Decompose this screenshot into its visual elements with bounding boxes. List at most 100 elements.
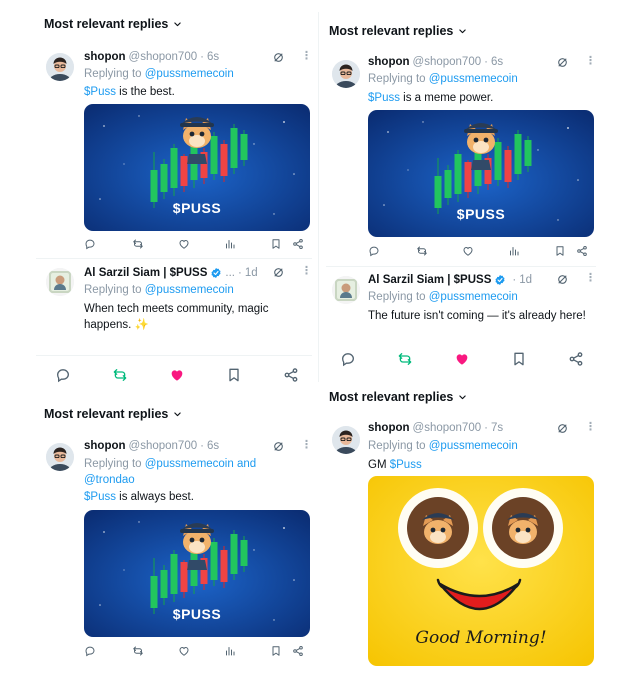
- reply-icon[interactable]: [55, 367, 71, 383]
- more-icon[interactable]: ⋮: [301, 51, 312, 62]
- repost-icon[interactable]: [112, 367, 128, 383]
- sort-menu-most-relevant[interactable]: Most relevant replies: [329, 390, 467, 404]
- username[interactable]: @shopon700: [413, 422, 482, 434]
- display-name[interactable]: shopon: [368, 422, 410, 434]
- avatar[interactable]: [46, 53, 74, 81]
- cashtag-link[interactable]: $Puss: [84, 491, 116, 503]
- like-icon[interactable]: [178, 645, 190, 657]
- avatar[interactable]: [332, 276, 360, 304]
- reply-tweet[interactable]: shopon @shopon700 · 6s ⋮ Replying to @pu…: [320, 46, 630, 268]
- timestamp[interactable]: 1d: [519, 274, 532, 286]
- display-name[interactable]: shopon: [84, 440, 126, 452]
- username[interactable]: @shopon700: [129, 440, 198, 452]
- username[interactable]: @shopon700: [413, 56, 482, 68]
- replying-label: Replying to: [368, 73, 426, 85]
- reply-tweet[interactable]: shopon @shopon700 · 6s ⋮ Replying to @pu…: [0, 430, 316, 670]
- display-name[interactable]: Al Sarzil Siam | $PUSS: [368, 274, 491, 286]
- cashtag-link[interactable]: $Puss: [368, 92, 400, 104]
- bookmark-icon[interactable]: [270, 645, 282, 657]
- repost-icon[interactable]: [132, 645, 144, 657]
- sort-menu-most-relevant[interactable]: Most relevant replies: [329, 24, 467, 38]
- tweet-text: $Puss is a meme power.: [368, 91, 588, 107]
- reply-tweet[interactable]: Al Sarzil Siam | $PUSS · 1d ⋮ Replying t…: [320, 268, 620, 332]
- chevron-down-icon: [458, 27, 467, 36]
- more-icon[interactable]: ⋮: [301, 440, 312, 451]
- avatar[interactable]: [46, 268, 74, 296]
- reply-icon[interactable]: [84, 238, 96, 250]
- mention-link[interactable]: @pussmemecoin: [429, 291, 518, 303]
- display-name[interactable]: shopon: [368, 56, 410, 68]
- share-icon[interactable]: [568, 351, 584, 367]
- tweet-media-image[interactable]: $PUSS: [84, 104, 310, 231]
- grok-icon[interactable]: [556, 273, 569, 286]
- avatar[interactable]: [332, 426, 360, 454]
- tweet-media-image[interactable]: $PUSS: [368, 110, 594, 237]
- bookmark-icon[interactable]: [511, 351, 527, 367]
- more-icon[interactable]: ⋮: [585, 422, 596, 433]
- share-icon[interactable]: [283, 367, 299, 383]
- timestamp[interactable]: 1d: [245, 267, 258, 279]
- like-icon[interactable]: [178, 238, 190, 250]
- reply-icon[interactable]: [84, 645, 96, 657]
- share-icon[interactable]: [576, 245, 588, 257]
- like-icon[interactable]: [169, 367, 185, 383]
- tweet-media-image[interactable]: $PUSS: [84, 510, 310, 637]
- divider: [36, 355, 312, 356]
- reply-tweet[interactable]: shopon @shopon700 · 7s ⋮ Replying to @pu…: [320, 412, 630, 672]
- reply-tweet[interactable]: shopon @shopon700 · 6s ⋮ Replying to @pu…: [0, 0, 316, 262]
- mention-link[interactable]: @pussmemecoin: [145, 458, 234, 470]
- like-icon[interactable]: [462, 245, 474, 257]
- grok-icon[interactable]: [556, 56, 569, 69]
- media-caption: $PUSS: [172, 606, 222, 622]
- timestamp[interactable]: 6s: [207, 440, 219, 452]
- views-icon[interactable]: [224, 645, 236, 657]
- timestamp[interactable]: 6s: [491, 56, 503, 68]
- grok-icon[interactable]: [272, 266, 285, 279]
- mention-link[interactable]: @pussmemecoin: [145, 68, 234, 80]
- avatar[interactable]: [46, 443, 74, 471]
- separator-dot: ·: [200, 440, 204, 452]
- cashtag-link[interactable]: $Puss: [390, 459, 422, 471]
- chevron-down-icon: [173, 410, 182, 419]
- repost-icon[interactable]: [397, 351, 413, 367]
- replying-label: Replying to: [368, 440, 426, 452]
- cashtag-link[interactable]: $Puss: [84, 86, 116, 98]
- mention-link[interactable]: @pussmemecoin: [429, 73, 518, 85]
- display-name[interactable]: shopon: [84, 51, 126, 63]
- more-icon[interactable]: ⋮: [585, 56, 596, 67]
- tweet-media-image[interactable]: Good Morning!: [368, 476, 594, 666]
- avatar[interactable]: [332, 60, 360, 88]
- username[interactable]: ...: [225, 267, 235, 279]
- views-icon[interactable]: [508, 245, 520, 257]
- timestamp[interactable]: 6s: [207, 51, 219, 63]
- repost-icon[interactable]: [416, 245, 428, 257]
- reply-tweet[interactable]: Al Sarzil Siam | $PUSS ... · 1d ⋮ Replyi…: [0, 262, 316, 342]
- grok-icon[interactable]: [272, 440, 285, 453]
- reply-icon[interactable]: [340, 351, 356, 367]
- mention-link[interactable]: @pussmemecoin: [429, 440, 518, 452]
- replying-to: Replying to @pussmemecoin and @trondao: [84, 457, 284, 488]
- bookmark-icon[interactable]: [226, 367, 242, 383]
- share-icon[interactable]: [292, 645, 304, 657]
- tweet-text: $Puss is the best.: [84, 85, 304, 101]
- views-icon[interactable]: [224, 238, 236, 250]
- bookmark-icon[interactable]: [270, 238, 282, 250]
- reply-icon[interactable]: [368, 245, 380, 257]
- share-icon[interactable]: [292, 238, 304, 250]
- replying-label: Replying to: [84, 68, 142, 80]
- like-icon[interactable]: [454, 351, 470, 367]
- grok-icon[interactable]: [272, 51, 285, 64]
- more-icon[interactable]: ⋮: [301, 266, 312, 277]
- timestamp[interactable]: 7s: [491, 422, 503, 434]
- bookmark-icon[interactable]: [554, 245, 566, 257]
- sort-menu-most-relevant[interactable]: Most relevant replies: [44, 407, 182, 421]
- mention-link-2[interactable]: @trondao: [84, 474, 135, 486]
- username[interactable]: @shopon700: [129, 51, 198, 63]
- divider: [326, 266, 596, 267]
- more-icon[interactable]: ⋮: [585, 273, 596, 284]
- grok-icon[interactable]: [556, 422, 569, 435]
- display-name[interactable]: Al Sarzil Siam | $PUSS: [84, 267, 207, 279]
- repost-icon[interactable]: [132, 238, 144, 250]
- mention-conjunction: and: [236, 458, 257, 470]
- mention-link[interactable]: @pussmemecoin: [145, 284, 234, 296]
